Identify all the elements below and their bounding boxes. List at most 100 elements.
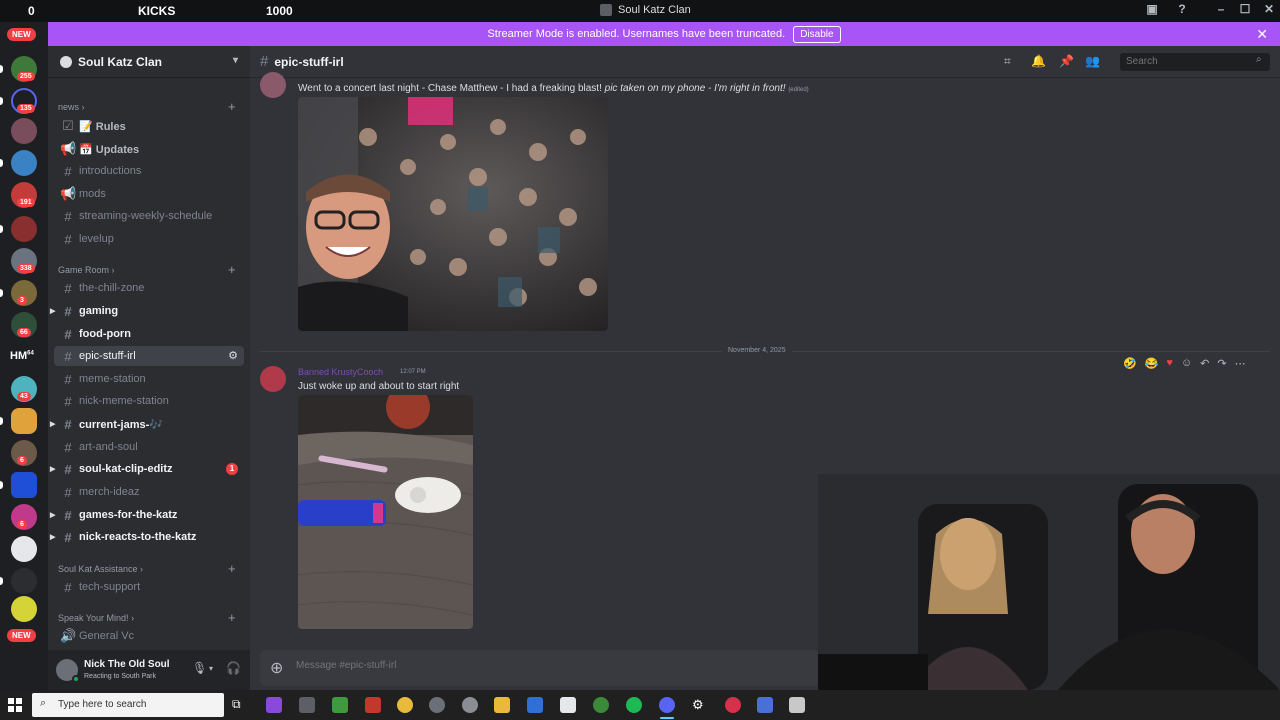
channel-streaming-weekly-schedule[interactable]: # streaming-weekly-schedule bbox=[54, 206, 244, 226]
server-icon-4[interactable] bbox=[11, 150, 37, 176]
channel-food-porn[interactable]: # food-porn bbox=[54, 324, 244, 344]
avatar[interactable] bbox=[260, 366, 286, 392]
close-window-icon[interactable]: ✕ bbox=[1260, 2, 1278, 16]
server-icon-14[interactable] bbox=[11, 472, 37, 498]
morning-photo[interactable] bbox=[298, 395, 473, 629]
maximize-icon[interactable]: ☐ bbox=[1236, 2, 1254, 16]
window-title: Soul Katz Clan bbox=[600, 4, 691, 16]
app-icon-9[interactable] bbox=[527, 697, 543, 713]
help-icon[interactable]: ? bbox=[1173, 2, 1191, 16]
channel-current-jams[interactable]: ▶ # current-jams-🎶 bbox=[50, 414, 244, 434]
channel-nick-reacts-to-the-katz[interactable]: ▶ # nick-reacts-to-the-katz bbox=[50, 527, 244, 547]
task-view-icon[interactable]: ⧉ bbox=[232, 697, 248, 713]
server-icon-12[interactable] bbox=[11, 408, 37, 434]
reaction-rofl-icon[interactable]: 🤣 bbox=[1123, 357, 1137, 370]
concert-photo[interactable] bbox=[298, 97, 608, 331]
more-options-icon[interactable]: ⋯ bbox=[1235, 357, 1246, 370]
app-icon-2[interactable] bbox=[299, 697, 315, 713]
user-activity: Reacting to South Park bbox=[84, 673, 156, 680]
file-explorer-icon[interactable] bbox=[494, 697, 510, 713]
add-channel-icon[interactable]: + bbox=[228, 561, 236, 576]
settings-gear-icon[interactable]: ⚙ bbox=[692, 697, 708, 713]
category-news[interactable]: news › bbox=[58, 102, 85, 112]
disable-streamer-mode-button[interactable]: Disable bbox=[793, 25, 841, 43]
channel-settings-icon[interactable]: ⚙ bbox=[228, 349, 238, 362]
channel-soul-kat-clip-editz[interactable]: ▶ # soul-kat-clip-editz 1 bbox=[50, 459, 244, 479]
spotify-icon[interactable] bbox=[626, 697, 642, 713]
forward-icon[interactable]: ↷ bbox=[1217, 357, 1226, 370]
server-icon-3[interactable] bbox=[11, 118, 37, 144]
server-icon-6[interactable] bbox=[11, 216, 37, 242]
headphones-icon[interactable]: 🎧 bbox=[226, 661, 241, 675]
taskbar-search[interactable]: ⌕ Type here to search bbox=[32, 693, 224, 717]
add-reaction-icon[interactable]: ☺ bbox=[1181, 357, 1192, 370]
channel-updates[interactable]: 📢 📅 Updates bbox=[54, 139, 244, 159]
channel-mods[interactable]: 📢 mods bbox=[54, 184, 244, 204]
app-icon-16[interactable] bbox=[757, 697, 773, 713]
hash-icon: # bbox=[64, 439, 72, 455]
add-attachment-icon[interactable]: ⊕ bbox=[270, 658, 283, 678]
user-panel: Nick The Old Soul Reacting to South Park… bbox=[48, 650, 250, 690]
category-soul-kat-assistance[interactable]: Soul Kat Assistance › bbox=[58, 564, 143, 574]
channel-label: art-and-soul bbox=[79, 441, 138, 453]
close-icon[interactable]: ✕ bbox=[1256, 26, 1268, 43]
channel-general-vc[interactable]: 🔊 General Vc bbox=[54, 626, 244, 646]
bell-icon[interactable]: 🔔 bbox=[1031, 54, 1046, 68]
pin-icon[interactable]: 📌 bbox=[1059, 54, 1074, 68]
channel-meme-station[interactable]: # meme-station bbox=[54, 369, 244, 389]
add-channel-icon[interactable]: + bbox=[228, 262, 236, 277]
message-author[interactable]: Banned KrustyCooch bbox=[298, 367, 383, 377]
server-icon-16[interactable] bbox=[11, 536, 37, 562]
hash-icon: # bbox=[64, 461, 72, 477]
reaction-heart-icon[interactable]: ♥ bbox=[1166, 357, 1173, 370]
windows-start-icon[interactable] bbox=[8, 698, 22, 712]
thread-caret-icon: ▶ bbox=[50, 308, 56, 315]
members-icon[interactable]: 👥 bbox=[1085, 54, 1100, 68]
app-icon-4[interactable] bbox=[365, 697, 381, 713]
add-channel-icon[interactable]: + bbox=[228, 610, 236, 625]
reply-icon[interactable]: ↶ bbox=[1200, 357, 1209, 370]
app-icon-7[interactable] bbox=[462, 697, 478, 713]
chevron-down-icon[interactable]: ▾ bbox=[209, 664, 213, 673]
server-icon-18[interactable] bbox=[11, 596, 37, 622]
channel-the-chill-zone[interactable]: # the-chill-zone bbox=[54, 278, 244, 298]
avatar[interactable] bbox=[260, 72, 286, 98]
channel-rules[interactable]: ☑ 📝 Rules bbox=[54, 116, 244, 136]
server-header[interactable]: Soul Katz Clan ▾ bbox=[48, 46, 250, 78]
channel-nick-meme-station[interactable]: # nick-meme-station bbox=[54, 391, 244, 411]
app-icon-1[interactable] bbox=[266, 697, 282, 713]
message-text: Went to a concert last night - Chase Mat… bbox=[298, 83, 605, 94]
channel-label: the-chill-zone bbox=[79, 282, 145, 294]
channel-merch-ideaz[interactable]: # merch-ideaz bbox=[54, 482, 244, 502]
channel-introductions[interactable]: # introductions bbox=[54, 161, 244, 181]
add-channel-icon[interactable]: + bbox=[228, 99, 236, 114]
app-icon-15[interactable] bbox=[725, 697, 741, 713]
search-input[interactable] bbox=[1120, 53, 1270, 71]
app-icon-11[interactable] bbox=[593, 697, 609, 713]
channel-gaming[interactable]: ▶ # gaming bbox=[50, 301, 244, 321]
unread-indicator bbox=[0, 97, 3, 105]
server-icon-hm[interactable]: HM64 bbox=[10, 350, 34, 362]
category-game-room[interactable]: Game Room › bbox=[58, 265, 115, 275]
app-icon-10[interactable] bbox=[560, 697, 576, 713]
channel-art-and-soul[interactable]: # art-and-soul bbox=[54, 437, 244, 457]
app-icon-17[interactable] bbox=[789, 697, 805, 713]
category-speak-your-mind[interactable]: Speak Your Mind! › bbox=[58, 613, 134, 623]
channel-label: streaming-weekly-schedule bbox=[79, 210, 213, 222]
channel-epic-stuff-irl[interactable]: # epic-stuff-irl ⚙ bbox=[54, 346, 244, 366]
app-icon-6[interactable] bbox=[429, 697, 445, 713]
inbox-icon[interactable]: ▣ bbox=[1143, 2, 1161, 16]
microphone-icon[interactable]: 🎙 bbox=[192, 661, 207, 675]
threads-icon[interactable]: ⌗ bbox=[1004, 54, 1011, 69]
app-icon-3[interactable] bbox=[332, 697, 348, 713]
channel-levelup[interactable]: # levelup bbox=[54, 229, 244, 249]
channel-games-for-the-katz[interactable]: ▶ # games-for-the-katz bbox=[50, 505, 244, 525]
reaction-laugh-icon[interactable]: 😂 bbox=[1145, 357, 1159, 370]
server-icon-17[interactable] bbox=[11, 568, 37, 594]
minimize-icon[interactable]: – bbox=[1212, 2, 1230, 16]
message-input[interactable] bbox=[296, 660, 696, 671]
discord-icon[interactable] bbox=[659, 697, 675, 713]
message-actions: 🤣 😂 ♥ ☺ ↶ ↷ ⋯ bbox=[1123, 357, 1246, 370]
channel-tech-support[interactable]: # tech-support bbox=[54, 577, 244, 597]
chrome-icon[interactable] bbox=[397, 697, 413, 713]
